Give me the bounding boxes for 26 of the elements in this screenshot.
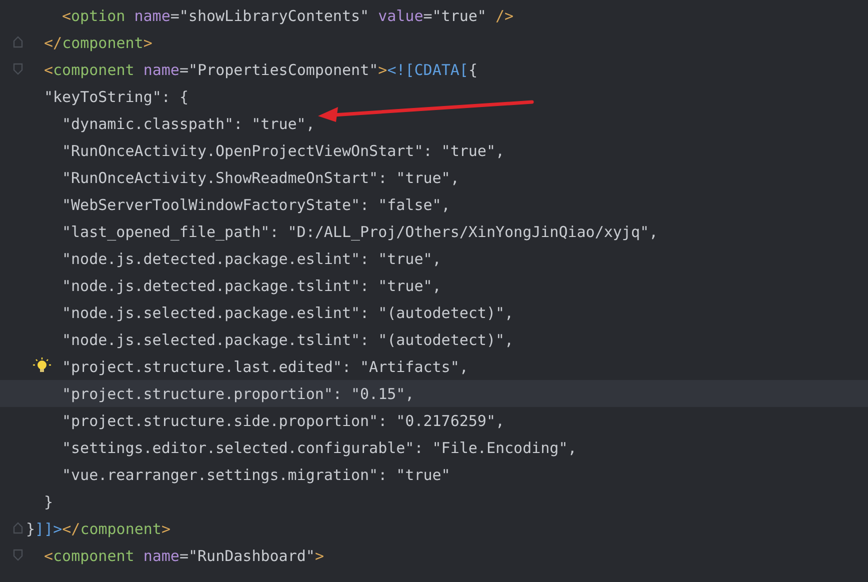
lightbulb-icon[interactable] [33, 357, 51, 375]
code-line: "project.structure.proportion": "0.15", [62, 384, 414, 404]
fold-icon[interactable] [13, 549, 23, 561]
code-line: "WebServerToolWindowFactoryState": "false", [62, 194, 450, 214]
code-line: <component name="RunDashboard"> [44, 546, 324, 566]
fold-icon[interactable] [13, 522, 23, 534]
code-line: "project.structure.last.edited": "Artifacts", [62, 356, 468, 376]
code-line: "node.js.detected.package.tslint": "true", [62, 276, 442, 296]
fold-icon[interactable] [13, 63, 23, 75]
code-line: }]]></component> [26, 518, 170, 538]
code-line: </component> [44, 32, 152, 52]
code-line: "keyToString": { [44, 86, 188, 106]
code-line: "dynamic.classpath": "true", [62, 114, 315, 134]
code-line: "RunOnceActivity.OpenProjectViewOnStart": "true", [62, 140, 505, 160]
code-line: <component name="PropertiesComponent"><![CDATA[{ [44, 60, 478, 80]
code-line: "project.structure.side.proportion": "0.2176259", [62, 410, 505, 430]
fold-icon[interactable] [13, 36, 23, 48]
code-line: <option name="showLibraryContents" value="true" /> [62, 6, 514, 26]
code-line: "node.js.selected.package.eslint": "(autodetect)", [62, 302, 514, 322]
code-line: } [44, 492, 54, 512]
code-line: "node.js.detected.package.eslint": "true", [62, 248, 442, 268]
code-line: "settings.editor.selected.configurable": "File.Encoding", [62, 438, 577, 458]
code-line: "vue.rearranger.settings.migration": "true" [62, 464, 450, 484]
code-line: "last_opened_file_path": "D:/ALL_Proj/Others/XinYongJinQiao/xyjq", [62, 222, 658, 242]
code-line: "node.js.selected.package.tslint": "(autodetect)", [62, 330, 514, 350]
code-line: "RunOnceActivity.ShowReadmeOnStart": "true", [62, 168, 460, 188]
